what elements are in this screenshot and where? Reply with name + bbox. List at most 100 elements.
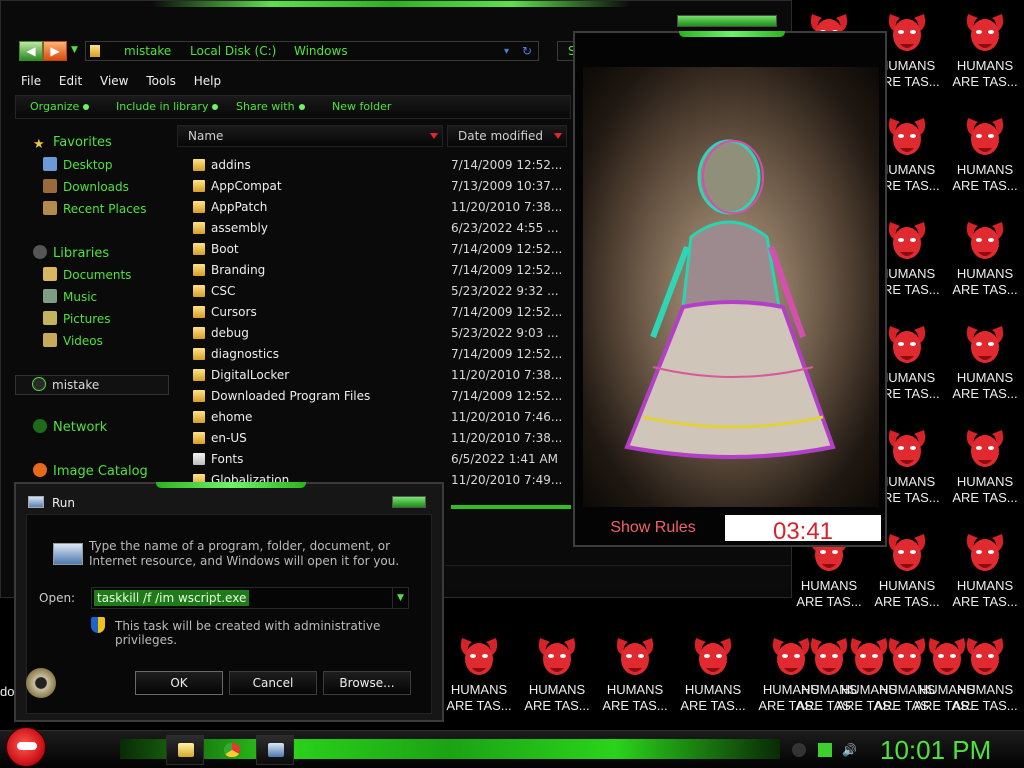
start-button[interactable] [6,727,46,767]
wallpaper-line-1: HUMANS [762,682,820,697]
menu-bar: File Edit View Tools Help [13,71,573,91]
folder-icon [193,243,205,255]
devil-icon [888,222,926,259]
run-dialog[interactable]: Run Type the name of a program, folder, … [14,482,444,722]
file-row[interactable]: debug 5/23/2022 9:03 ... [177,323,573,344]
column-header-name[interactable]: Name [177,125,443,147]
file-row[interactable]: ehome 11/20/2010 7:46... [177,407,573,428]
organize-button[interactable]: Organize [30,100,90,113]
back-button[interactable]: ◀ [19,41,43,61]
nav-libraries[interactable]: Libraries [33,245,109,265]
folder-icon [193,201,205,213]
nav-homegroup-label: mistake [52,378,100,392]
file-list: Name Date modified addins 7/14/2009 12:52… [177,123,573,493]
file-row[interactable]: Cursors 7/14/2009 12:52... [177,302,573,323]
taskbar-clock[interactable]: 10:01 PM [880,734,1018,766]
new-folder-button[interactable]: New folder [332,100,391,113]
devil-icon [694,638,732,675]
file-row[interactable]: Boot 7/14/2009 12:52... [177,239,573,260]
window-control-buttons[interactable] [677,15,777,27]
file-row[interactable]: Downloaded Program Files 7/14/2009 12:52.… [177,386,573,407]
file-name: Fonts [211,452,244,466]
nav-videos-label: Videos [63,334,103,348]
image-viewer-window[interactable]: Show Rules 03:41 [573,31,887,547]
wallpaper-line-2: ARE TAS... [952,178,1018,193]
nav-desktop[interactable]: Desktop [43,157,113,177]
menu-tools[interactable]: Tools [146,71,176,91]
breadcrumb-windows[interactable]: Windows [294,44,348,58]
show-rules-button[interactable]: Show Rules [583,513,723,543]
wallpaper-line-1: HUMANS [684,682,742,697]
file-row[interactable]: DigitalLocker 11/20/2010 7:38... [177,365,573,386]
browse-button[interactable]: Browse... [323,671,411,695]
wallpaper-line-2: ARE TAS... [952,74,1018,89]
devil-icon [460,638,498,675]
menu-view[interactable]: View [100,71,128,91]
wallpaper-line-2: ARE TAS... [446,698,512,713]
file-row[interactable]: Branding 7/14/2009 12:52... [177,260,573,281]
share-with-button[interactable]: Share with [236,100,305,113]
cancel-button[interactable]: Cancel [229,671,317,695]
wallpaper-line-1: HUMANS [956,370,1014,385]
nav-favorites[interactable]: ★ Favorites [33,135,112,155]
chevron-down-icon[interactable]: ▼ [392,588,408,608]
devil-icon [966,430,1004,467]
menu-file[interactable]: File [21,71,41,91]
recent-pages-chevron-icon[interactable]: ▼ [71,45,78,55]
nav-documents[interactable]: Documents [43,267,131,287]
nav-videos[interactable]: Videos [43,333,103,353]
file-row[interactable]: en-US 11/20/2010 7:38... [177,428,573,449]
open-label: Open: [39,591,76,605]
admin-privileges-note: This task will be created with administr… [115,619,381,647]
forward-button[interactable]: ▶ [43,41,67,61]
nav-documents-label: Documents [63,268,132,282]
wallpaper-line-1: HUMANS [800,578,858,593]
breadcrumb-local-disk[interactable]: Local Disk (C:) [190,44,276,58]
file-row[interactable]: CSC 5/23/2022 9:32 ... [177,281,573,302]
documents-icon [43,267,57,281]
wallpaper-line-2: ARE TAS... [952,490,1018,505]
menu-help[interactable]: Help [194,71,221,91]
command-bar: Organize Include in library Share with N… [15,95,571,119]
taskbar-run[interactable] [256,735,294,765]
refresh-icon[interactable]: ↻ [522,44,532,58]
file-row[interactable]: AppCompat 7/13/2009 10:37... [177,176,573,197]
menu-edit[interactable]: Edit [59,71,82,91]
show-hidden-icons[interactable] [792,743,806,757]
nav-music[interactable]: Music [43,289,97,309]
address-bar[interactable]: mistake Local Disk (C:) Windows ▾ ↻ [85,41,539,61]
nav-downloads[interactable]: Downloads [43,179,129,199]
nav-image-catalog[interactable]: Image Catalog [33,463,148,483]
navigation-pane: ★ Favorites Desktop Downloads Recent Plac… [15,129,169,489]
nav-pictures[interactable]: Pictures [43,311,111,331]
file-row[interactable]: AppPatch 11/20/2010 7:38... [177,197,573,218]
folder-icon [193,264,205,276]
network-tray-icon[interactable] [818,743,832,757]
taskbar-chrome[interactable] [212,735,250,765]
include-in-library-button[interactable]: Include in library [116,100,219,113]
nav-homegroup-selected[interactable]: mistake [15,375,169,395]
dropdown-chevron-icon[interactable]: ▾ [504,46,509,57]
nav-network[interactable]: Network [33,419,107,439]
organize-label: Organize [30,100,80,113]
file-date: 6/23/2022 4:55 ... [451,221,559,235]
breadcrumb-mistake[interactable]: mistake [124,44,171,58]
close-button[interactable] [392,496,426,508]
file-date: 11/20/2010 7:49... [451,473,561,487]
file-row[interactable]: addins 7/14/2009 12:52... [177,155,573,176]
wallpaper-tile: HUMANSARE TAS... [946,216,1024,320]
taskbar-explorer[interactable] [166,735,204,765]
wallpaper-tile: HUMANSARE TAS... [518,632,596,730]
scrollbar-accent[interactable] [451,505,571,509]
column-header-date[interactable]: Date modified [447,125,567,147]
file-row[interactable]: assembly 6/23/2022 4:55 ... [177,218,573,239]
nav-recent-places[interactable]: Recent Places [43,201,146,221]
file-row[interactable]: diagnostics 7/14/2009 12:52... [177,344,573,365]
open-command-input[interactable]: taskkill /f /im wscript.exe ▼ [91,587,409,609]
file-row[interactable]: Fonts 6/5/2022 1:41 AM [177,449,573,470]
wallpaper-line-1: HUMANS [956,578,1014,593]
file-date: 7/14/2009 12:52... [451,347,561,361]
speaker-icon[interactable]: 🔊 [842,743,857,757]
file-name: en-US [211,431,247,445]
ok-button[interactable]: OK [135,671,223,695]
